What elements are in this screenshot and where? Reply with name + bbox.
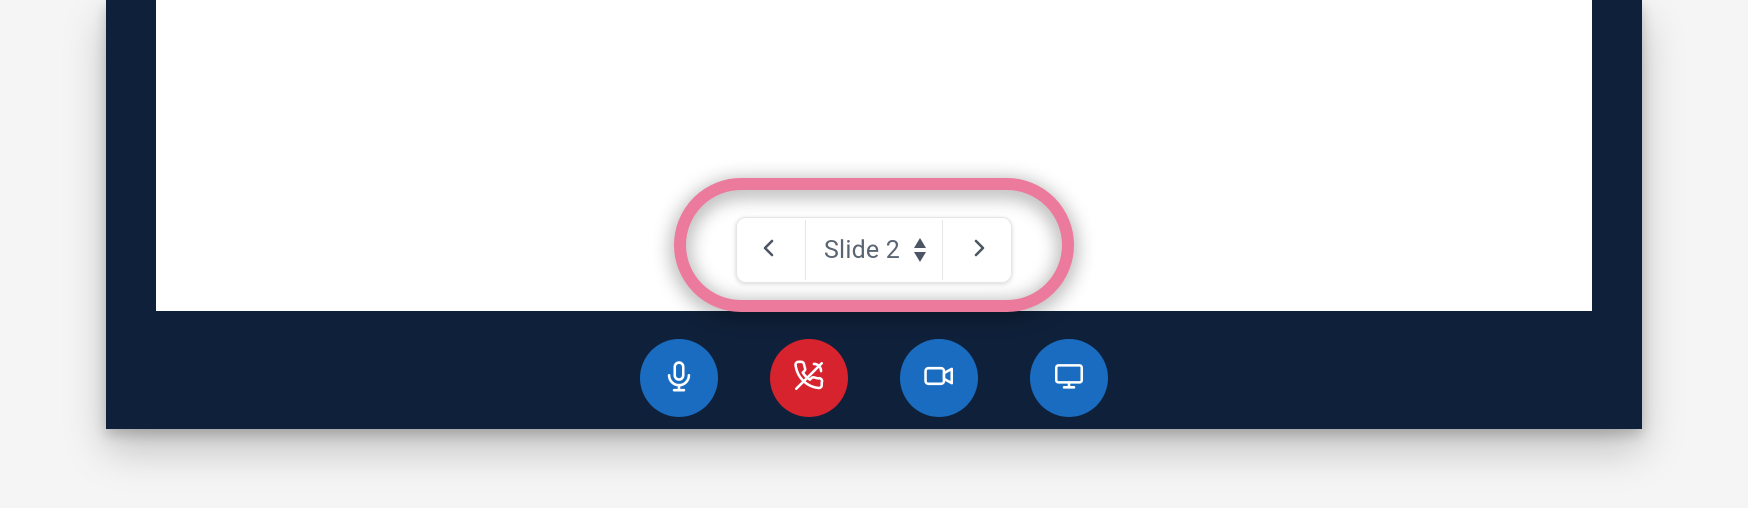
mic-button[interactable] <box>640 339 718 417</box>
camera-icon <box>922 359 956 397</box>
prev-slide-button[interactable] <box>739 220 799 280</box>
next-slide-button[interactable] <box>949 220 1009 280</box>
share-screen-button[interactable] <box>1030 339 1108 417</box>
monitor-icon <box>1052 359 1086 397</box>
mic-icon <box>662 359 696 397</box>
camera-button[interactable] <box>900 339 978 417</box>
slide-select-label: Slide 2 <box>824 236 900 265</box>
app-frame: Slide 2 <box>106 0 1642 429</box>
call-toolbar <box>106 339 1642 417</box>
hangup-button[interactable] <box>770 339 848 417</box>
chevron-right-icon <box>967 236 991 264</box>
slide-select[interactable]: Slide 2 <box>805 220 943 280</box>
hangup-icon <box>792 359 826 397</box>
chevron-left-icon <box>757 236 781 264</box>
slide-nav: Slide 2 <box>736 217 1012 283</box>
stepper-arrows-icon <box>912 238 928 262</box>
